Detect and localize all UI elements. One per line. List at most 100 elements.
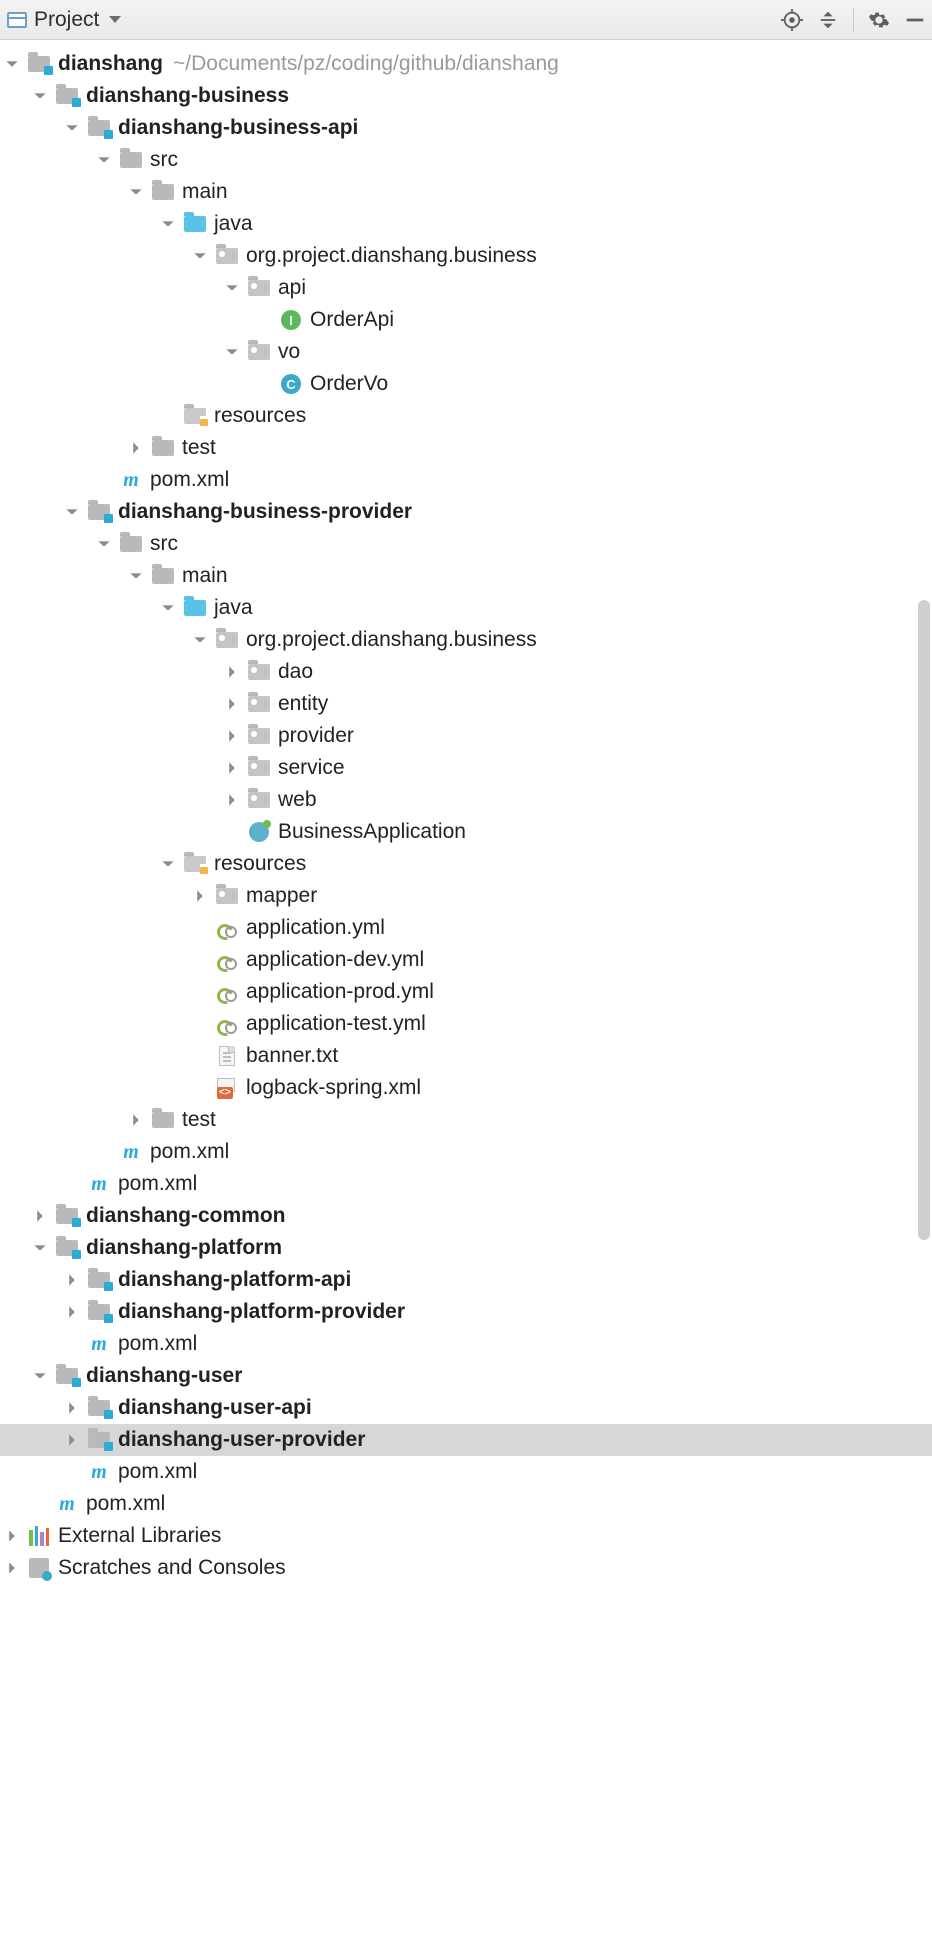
tree-node-label: src (150, 532, 178, 556)
chevron-down-icon[interactable] (126, 182, 146, 202)
project-tree[interactable]: dianshang~/Documents/pz/coding/github/di… (0, 40, 932, 1584)
collapse-icon[interactable] (817, 9, 839, 31)
lib-icon (26, 1525, 52, 1547)
dropdown-icon[interactable] (109, 16, 121, 23)
tree-node[interactable]: dianshang-business-provider (0, 496, 932, 528)
chevron-right-icon[interactable] (222, 790, 242, 810)
tree-node[interactable]: mapper (0, 880, 932, 912)
chevron-right-icon[interactable] (2, 1526, 22, 1546)
chevron-down-icon[interactable] (222, 278, 242, 298)
tree-node[interactable]: application-prod.yml (0, 976, 932, 1008)
tree-node[interactable]: src (0, 144, 932, 176)
tree-node[interactable]: main (0, 560, 932, 592)
chevron-down-icon[interactable] (62, 118, 82, 138)
tree-node[interactable]: org.project.dianshang.business (0, 240, 932, 272)
chevron-right-icon[interactable] (222, 726, 242, 746)
chevron-down-icon[interactable] (30, 1366, 50, 1386)
tree-node-label: dianshang-user-api (118, 1396, 312, 1420)
tree-node[interactable]: mpom.xml (0, 1136, 932, 1168)
tree-node[interactable]: External Libraries (0, 1520, 932, 1552)
tree-node[interactable]: dianshang-common (0, 1200, 932, 1232)
tree-node[interactable]: provider (0, 720, 932, 752)
chevron-down-icon[interactable] (62, 502, 82, 522)
tree-node[interactable]: dianshang-platform (0, 1232, 932, 1264)
yml-icon (214, 949, 240, 971)
folder-icon (118, 149, 144, 171)
tree-node[interactable]: banner.txt (0, 1040, 932, 1072)
tree-node[interactable]: mpom.xml (0, 1488, 932, 1520)
chevron-down-icon[interactable] (30, 86, 50, 106)
tree-node[interactable]: BusinessApplication (0, 816, 932, 848)
tree-node-label: BusinessApplication (278, 820, 466, 844)
chevron-right-icon[interactable] (62, 1398, 82, 1418)
tree-node[interactable]: mpom.xml (0, 1168, 932, 1200)
chevron-right-icon[interactable] (126, 1110, 146, 1130)
tree-node[interactable]: java (0, 592, 932, 624)
tree-node[interactable]: dianshang-user-api (0, 1392, 932, 1424)
tree-node[interactable]: java (0, 208, 932, 240)
chevron-down-icon[interactable] (190, 630, 210, 650)
chevron-down-icon[interactable] (222, 342, 242, 362)
tree-node[interactable]: api (0, 272, 932, 304)
tree-node[interactable]: dianshang-business (0, 80, 932, 112)
chevron-right-icon[interactable] (190, 886, 210, 906)
tree-node[interactable]: mpom.xml (0, 464, 932, 496)
chevron-right-icon[interactable] (222, 758, 242, 778)
tree-node[interactable]: dao (0, 656, 932, 688)
locate-icon[interactable] (781, 9, 803, 31)
module-icon (54, 1237, 80, 1259)
chevron-down-icon[interactable] (30, 1238, 50, 1258)
chevron-down-icon[interactable] (94, 150, 114, 170)
tree-node-label: dianshang-user-provider (118, 1428, 365, 1452)
chevron-down-icon[interactable] (158, 598, 178, 618)
tree-node[interactable]: logback-spring.xml (0, 1072, 932, 1104)
tree-node[interactable]: resources (0, 400, 932, 432)
tree-node[interactable]: vo (0, 336, 932, 368)
chevron-right-icon[interactable] (222, 694, 242, 714)
tree-node[interactable]: main (0, 176, 932, 208)
tree-node[interactable]: test (0, 432, 932, 464)
tree-node[interactable]: org.project.dianshang.business (0, 624, 932, 656)
chevron-down-icon[interactable] (158, 854, 178, 874)
tree-node[interactable]: Scratches and Consoles (0, 1552, 932, 1584)
tree-node[interactable]: COrderVo (0, 368, 932, 400)
tree-node[interactable]: test (0, 1104, 932, 1136)
tree-node[interactable]: web (0, 784, 932, 816)
chevron-right-icon[interactable] (222, 662, 242, 682)
tree-node[interactable]: dianshang~/Documents/pz/coding/github/di… (0, 48, 932, 80)
view-selector[interactable]: Project (34, 8, 99, 32)
tree-node[interactable]: application-test.yml (0, 1008, 932, 1040)
scrollbar[interactable] (918, 600, 930, 1240)
settings-icon[interactable] (868, 9, 890, 31)
folder-icon (150, 181, 176, 203)
tree-node[interactable]: IOrderApi (0, 304, 932, 336)
chevron-right-icon[interactable] (62, 1430, 82, 1450)
chevron-down-icon[interactable] (2, 54, 22, 74)
chevron-down-icon[interactable] (94, 534, 114, 554)
hide-icon[interactable] (904, 9, 926, 31)
chevron-right-icon[interactable] (62, 1270, 82, 1290)
tree-node[interactable]: resources (0, 848, 932, 880)
tree-node-label: mapper (246, 884, 317, 908)
chevron-right-icon[interactable] (2, 1558, 22, 1578)
tree-node[interactable]: entity (0, 688, 932, 720)
chevron-down-icon[interactable] (158, 214, 178, 234)
chevron-down-icon[interactable] (190, 246, 210, 266)
chevron-right-icon[interactable] (30, 1206, 50, 1226)
tree-node[interactable]: dianshang-platform-provider (0, 1296, 932, 1328)
tree-node[interactable]: mpom.xml (0, 1328, 932, 1360)
chevron-right-icon[interactable] (62, 1302, 82, 1322)
tree-node[interactable]: application-dev.yml (0, 944, 932, 976)
tree-node[interactable]: dianshang-business-api (0, 112, 932, 144)
tree-node-label: dianshang-business (86, 84, 289, 108)
tree-node[interactable]: dianshang-user (0, 1360, 932, 1392)
chevron-down-icon[interactable] (126, 566, 146, 586)
tree-node[interactable]: dianshang-platform-api (0, 1264, 932, 1296)
tree-node-label: test (182, 436, 216, 460)
chevron-right-icon[interactable] (126, 438, 146, 458)
tree-node[interactable]: mpom.xml (0, 1456, 932, 1488)
tree-node[interactable]: dianshang-user-provider (0, 1424, 932, 1456)
tree-node[interactable]: application.yml (0, 912, 932, 944)
tree-node[interactable]: service (0, 752, 932, 784)
tree-node[interactable]: src (0, 528, 932, 560)
